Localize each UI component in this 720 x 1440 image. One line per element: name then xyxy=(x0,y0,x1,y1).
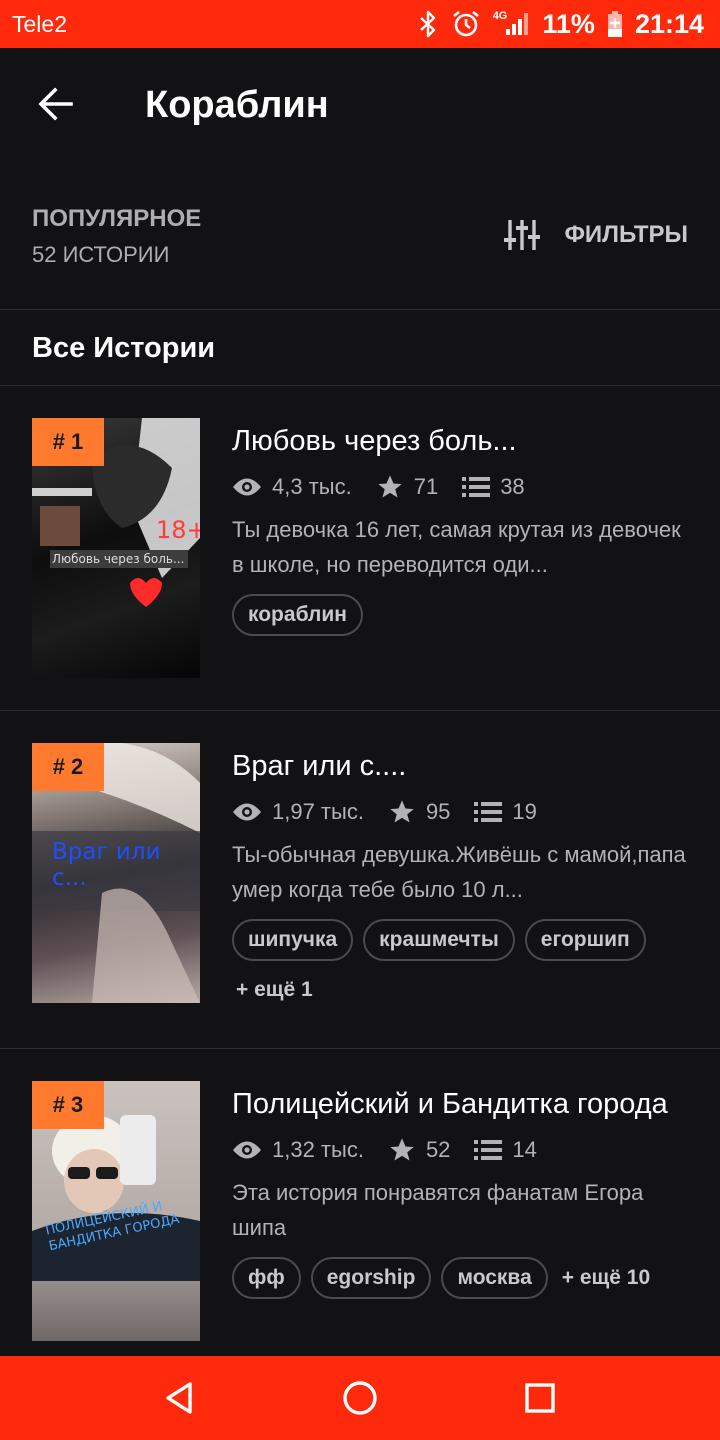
more-tags[interactable]: + ещё 10 xyxy=(558,1259,650,1297)
tag-list: фф egorship москва + ещё 10 xyxy=(232,1257,692,1299)
views-stat: 1,32 тыс. xyxy=(232,1137,364,1163)
story-description: Ты девочка 16 лет, самая крутая из девоч… xyxy=(232,517,681,577)
story-count: 52 ИСТОРИИ xyxy=(32,242,170,267)
back-button[interactable] xyxy=(36,84,76,124)
status-icons: 4G 11% 21:14 xyxy=(417,8,704,40)
tag-chip[interactable]: фф xyxy=(232,1257,301,1299)
cover-caption: Любовь через боль... xyxy=(50,550,188,568)
list-icon xyxy=(462,477,491,497)
story-description: Эта история понравятся фанатам Егора шип… xyxy=(232,1180,644,1240)
list-icon xyxy=(474,802,503,822)
story-card[interactable]: Враг или с... # 2 Враг или с.... 1,97 ты… xyxy=(0,711,720,1049)
clock: 21:14 xyxy=(634,8,704,39)
story-cover[interactable]: Враг или с... # 2 xyxy=(32,743,200,1003)
star-icon xyxy=(378,475,402,498)
filters-label: ФИЛЬТРЫ xyxy=(564,221,688,248)
system-nav-bar xyxy=(0,1356,720,1440)
page-title: Кораблин xyxy=(145,84,329,126)
section-title: Все Истории xyxy=(32,332,216,364)
parts-count: 14 xyxy=(512,1137,537,1162)
nav-recents-button[interactable] xyxy=(520,1378,560,1418)
sort-bar: ПОПУЛЯРНОЕ 52 ИСТОРИИ ФИЛЬТРЫ xyxy=(0,160,720,310)
tag-list: шипучка крашмечты егоршип xyxy=(232,919,692,961)
arrow-left-icon xyxy=(38,87,73,121)
rank-badge: # 2 xyxy=(32,743,104,791)
sort-label[interactable]: ПОПУЛЯРНОЕ xyxy=(32,205,201,233)
story-cover[interactable]: 18+ Любовь через боль... # 1 xyxy=(32,418,200,678)
app-bar: Кораблин xyxy=(0,48,720,160)
parts-stat: 19 xyxy=(474,799,537,825)
rank-badge: # 3 xyxy=(32,1081,104,1129)
story-stats: 4,3 тыс. 71 38 xyxy=(232,472,692,502)
battery-charging-icon xyxy=(607,10,623,38)
eye-icon xyxy=(233,803,261,821)
star-icon xyxy=(390,1138,414,1161)
bluetooth-icon xyxy=(417,10,439,38)
rank-badge: # 1 xyxy=(32,418,104,466)
story-info: Полицейский и Бандитка города 1,32 тыс. … xyxy=(232,1086,692,1299)
filters-button[interactable]: ФИЛЬТРЫ xyxy=(504,218,688,252)
tag-chip[interactable]: шипучка xyxy=(232,919,354,961)
story-card[interactable]: 18+ Любовь через боль... # 1 Любовь чере… xyxy=(0,386,720,711)
cover-caption: Враг или с... xyxy=(52,839,161,891)
votes-stat: 95 xyxy=(388,798,450,826)
votes-stat: 71 xyxy=(376,473,438,501)
views-count: 4,3 тыс. xyxy=(272,474,352,499)
eye-icon xyxy=(233,1141,261,1159)
status-bar: Tele2 4G 11% 21:14 xyxy=(0,0,720,48)
parts-count: 19 xyxy=(512,799,537,824)
triangle-back-icon xyxy=(166,1382,192,1414)
eye-icon xyxy=(233,478,261,496)
network-type: 4G xyxy=(492,9,508,22)
story-title[interactable]: Полицейский и Бандитка города xyxy=(232,1086,692,1123)
sliders-icon xyxy=(504,220,541,250)
story-title[interactable]: Любовь через боль... xyxy=(232,423,692,460)
battery-percent: 11% xyxy=(542,8,595,39)
star-icon xyxy=(390,800,414,823)
parts-stat: 38 xyxy=(462,474,525,500)
votes-stat: 52 xyxy=(388,1136,450,1164)
story-cover[interactable]: ПОЛИЦЕЙСКИЙ И БАНДИТКА ГОРОДА # 3 xyxy=(32,1081,200,1341)
parts-count: 38 xyxy=(500,474,525,499)
votes-count: 95 xyxy=(425,799,451,824)
story-stats: 1,97 тыс. 95 19 xyxy=(232,797,692,827)
story-info: Любовь через боль... 4,3 тыс. 71 38 Ты д… xyxy=(232,423,692,636)
more-tags[interactable]: + ещё 1 xyxy=(232,971,692,1009)
story-info: Враг или с.... 1,97 тыс. 95 19 Ты-обычна… xyxy=(232,748,692,1009)
parts-stat: 14 xyxy=(474,1137,537,1163)
tag-chip[interactable]: москва xyxy=(441,1257,548,1299)
views-count: 1,32 тыс. xyxy=(272,1137,364,1162)
section-header: Все Истории xyxy=(0,310,720,386)
tag-chip[interactable]: egorship xyxy=(310,1257,432,1299)
votes-count: 52 xyxy=(425,1137,451,1162)
story-title[interactable]: Враг или с.... xyxy=(232,748,692,785)
votes-count: 71 xyxy=(413,474,439,499)
views-stat: 4,3 тыс. xyxy=(232,474,352,500)
tag-chip[interactable]: крашмечты xyxy=(363,919,515,961)
views-count: 1,97 тыс. xyxy=(272,799,364,824)
alarm-icon xyxy=(451,9,481,39)
tag-chip[interactable]: егоршип xyxy=(524,919,646,961)
carrier-name: Tele2 xyxy=(12,11,67,37)
signal-icon: 4G xyxy=(492,9,531,37)
story-description: Ты-обычная девушка.Живёшь с мамой,папа у… xyxy=(232,842,686,902)
views-stat: 1,97 тыс. xyxy=(232,799,364,825)
cover-badge: 18+ xyxy=(156,516,200,544)
story-card[interactable]: ПОЛИЦЕЙСКИЙ И БАНДИТКА ГОРОДА # 3 Полице… xyxy=(0,1049,720,1369)
nav-home-button[interactable] xyxy=(340,1378,380,1418)
square-recents-icon xyxy=(525,1383,555,1413)
list-icon xyxy=(474,1140,503,1160)
nav-back-button[interactable] xyxy=(160,1378,200,1418)
circle-home-icon xyxy=(343,1381,377,1415)
tag-chip[interactable]: кораблин xyxy=(232,594,363,636)
story-stats: 1,32 тыс. 52 14 xyxy=(232,1135,692,1165)
tag-list: кораблин xyxy=(232,594,692,636)
